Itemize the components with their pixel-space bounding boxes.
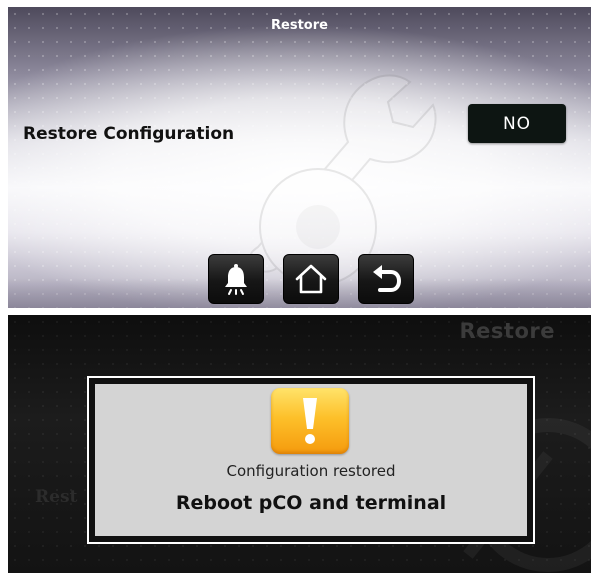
dialog-instruction: Reboot pCO and terminal: [175, 492, 447, 514]
home-icon: [295, 264, 327, 294]
home-button[interactable]: [283, 254, 339, 304]
restore-complete-dialog: Configuration restored Reboot pCO and te…: [87, 376, 535, 544]
page-title: Restore: [459, 319, 555, 343]
warning-icon: [271, 388, 349, 454]
restore-configuration-value-button[interactable]: NO: [468, 104, 566, 143]
restore-dialog-screen: Restore Rest Configuration restored Rebo…: [8, 315, 591, 573]
back-arrow-icon: [373, 265, 402, 292]
restore-configuration-label: Restore Configuration: [23, 124, 235, 144]
restore-screen: Restore Restore Configuration NO: [8, 7, 591, 308]
page-title: Restore: [271, 18, 328, 33]
dialog-body: Configuration restored Reboot pCO and te…: [95, 384, 527, 536]
dialog-message: Configuration restored: [226, 462, 396, 480]
back-button[interactable]: [358, 254, 414, 304]
alarm-button[interactable]: [208, 254, 264, 304]
bell-icon: [225, 264, 247, 295]
background-row-label: Rest: [35, 487, 78, 507]
